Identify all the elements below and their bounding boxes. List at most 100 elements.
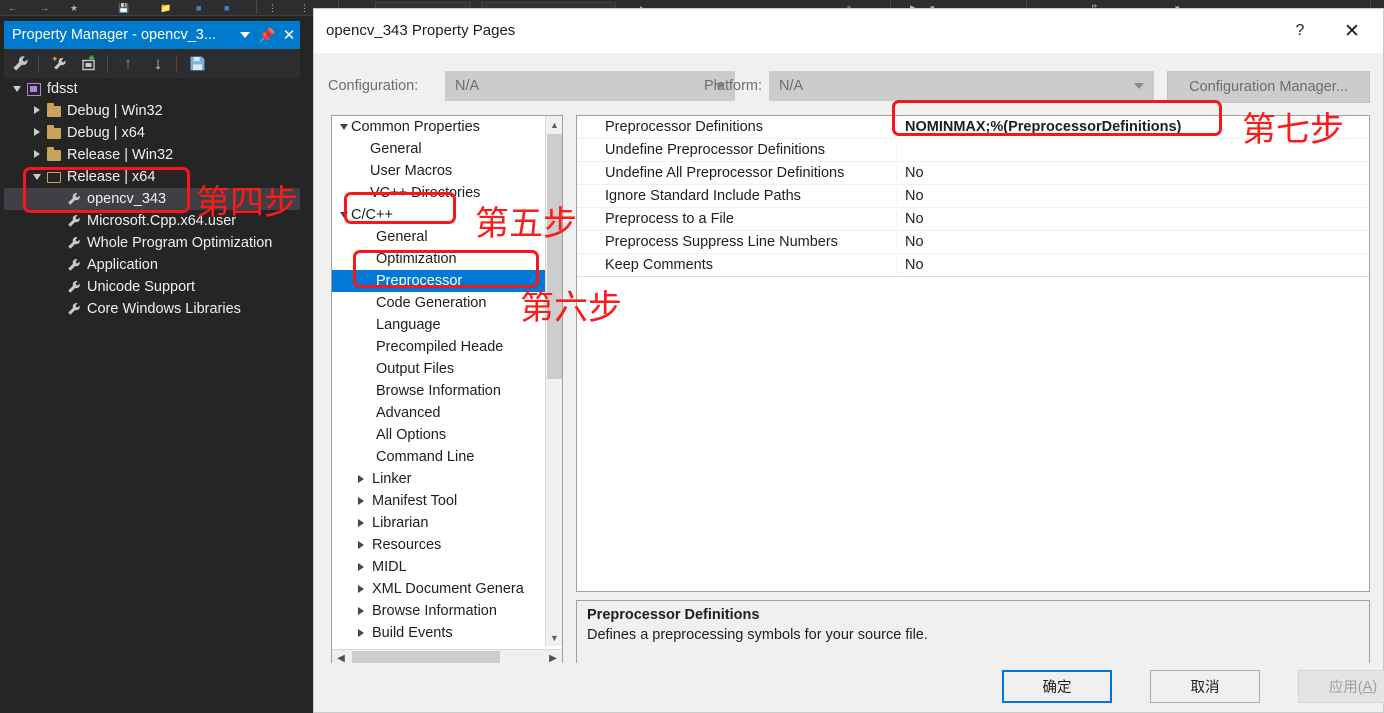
tree-item-label: Debug | x64: [67, 125, 145, 141]
apply-button[interactable]: 应用(A): [1298, 670, 1384, 703]
nav-item-linker[interactable]: Linker: [332, 468, 547, 490]
save-disk-icon[interactable]: [183, 51, 211, 77]
window-icon-2[interactable]: ■: [224, 2, 229, 14]
close-icon[interactable]: ✕: [278, 22, 300, 48]
pin-icon[interactable]: 📌: [256, 22, 278, 48]
expander-icon[interactable]: [30, 106, 44, 116]
arrow-up-icon[interactable]: ↑: [114, 51, 142, 77]
table-row[interactable]: Preprocess Suppress Line Numbers No: [577, 231, 1369, 254]
tree-item-debug-win32[interactable]: Debug | Win32: [4, 100, 300, 122]
table-row[interactable]: Preprocess to a File No: [577, 208, 1369, 231]
nav-item-xml-document-generator[interactable]: XML Document Genera: [332, 578, 547, 600]
apply-accel-key: A: [1362, 678, 1373, 695]
property-value[interactable]: No: [897, 234, 1369, 250]
property-value[interactable]: No: [897, 165, 1369, 181]
nav-item-command-line[interactable]: Command Line: [332, 446, 547, 468]
nav-item-code-generation[interactable]: Code Generation: [332, 292, 547, 314]
dialog-nav-tree[interactable]: Common Properties General User Macros VC…: [331, 115, 563, 668]
help-icon[interactable]: ?: [1277, 17, 1323, 45]
wrench-sparkle-icon[interactable]: [45, 51, 73, 77]
close-icon[interactable]: ✕: [1329, 17, 1375, 45]
nav-item-all-options[interactable]: All Options: [332, 424, 547, 446]
toolbar-icon-1[interactable]: ←: [8, 2, 17, 14]
screenshot-root: ← → ★ 💾 📁 ■ ■ ⋮ ⋮ ▸ ♬ ▶ ▾ ▬ ▬ ▬ ⇵ ▬ ▾ Pr…: [0, 0, 1384, 713]
arrow-down-icon[interactable]: ↓: [144, 51, 172, 77]
expander-icon[interactable]: [354, 475, 368, 483]
tree-item-debug-x64[interactable]: Debug | x64: [4, 122, 300, 144]
tree-item-label: Release | x64: [67, 169, 156, 185]
ok-button[interactable]: 确定: [1002, 670, 1112, 703]
configuration-select[interactable]: N/A: [445, 71, 735, 101]
expander-icon[interactable]: [354, 629, 368, 637]
toolbar-icon-2[interactable]: →: [40, 2, 49, 14]
nav-item-manifest-tool[interactable]: Manifest Tool: [332, 490, 547, 512]
nav-item-vcpp-directories[interactable]: VC++ Directories: [332, 182, 547, 204]
tree-item-label: Release | Win32: [67, 147, 174, 163]
window-icon-1[interactable]: ■: [196, 2, 201, 14]
nav-item-resources[interactable]: Resources: [332, 534, 547, 556]
nav-item-build-events[interactable]: Build Events: [332, 622, 547, 644]
open-folder-icon[interactable]: 📁: [160, 2, 171, 14]
nav-item-browse-information-c[interactable]: Browse Information: [332, 380, 547, 402]
nav-item-common-properties[interactable]: Common Properties: [332, 116, 547, 138]
property-grid[interactable]: Preprocessor Definitions NOMINMAX;%(Prep…: [576, 115, 1370, 592]
nav-tree-vertical-scrollbar[interactable]: ▲ ▼: [545, 116, 562, 646]
nav-item-general[interactable]: General: [332, 138, 547, 160]
property-pages-dialog: opencv_343 Property Pages ? ✕ Configurat…: [313, 8, 1384, 713]
platform-select[interactable]: N/A: [769, 71, 1154, 101]
property-value[interactable]: No: [897, 257, 1369, 273]
nav-item-browse-information[interactable]: Browse Information: [332, 600, 547, 622]
property-value[interactable]: No: [897, 188, 1369, 204]
dialog-footer: 确定 取消 应用(A): [314, 663, 1384, 712]
description-text: Defines a preprocessing symbols for your…: [587, 627, 928, 643]
scroll-up-icon[interactable]: ▲: [546, 116, 562, 133]
tree-item-core-windows-libraries[interactable]: Core Windows Libraries: [4, 298, 300, 320]
save-all-icon[interactable]: 💾: [118, 2, 129, 14]
expander-icon[interactable]: [354, 541, 368, 549]
expander-icon[interactable]: [30, 150, 44, 160]
table-row[interactable]: Ignore Standard Include Paths No: [577, 185, 1369, 208]
expander-icon[interactable]: [354, 519, 368, 527]
scroll-down-icon[interactable]: ▼: [546, 629, 562, 646]
expander-icon[interactable]: [354, 563, 368, 571]
nav-item-label: Precompiled Heade: [376, 339, 504, 355]
nav-item-preprocessor[interactable]: Preprocessor: [332, 270, 547, 292]
property-manager-tree[interactable]: fdsst Debug | Win32 Debug | x64 Release …: [4, 78, 300, 713]
toolbar-icon-4[interactable]: ⋮: [268, 2, 277, 14]
nav-item-librarian[interactable]: Librarian: [332, 512, 547, 534]
expander-icon[interactable]: [337, 124, 351, 130]
property-value[interactable]: No: [897, 211, 1369, 227]
nav-item-label: XML Document Genera: [372, 581, 524, 597]
expander-icon[interactable]: [10, 85, 24, 94]
nav-item-language[interactable]: Language: [332, 314, 547, 336]
expander-icon[interactable]: [337, 212, 351, 218]
nav-item-midl[interactable]: MIDL: [332, 556, 547, 578]
tree-item-fdsst[interactable]: fdsst: [4, 78, 300, 100]
configuration-manager-button[interactable]: Configuration Manager...: [1167, 71, 1370, 103]
nav-item-user-macros[interactable]: User Macros: [332, 160, 547, 182]
tree-item-whole-program-optimization[interactable]: Whole Program Optimization: [4, 232, 300, 254]
expander-icon[interactable]: [354, 607, 368, 615]
vertical-scroll-thumb[interactable]: [547, 134, 562, 379]
chevron-down-icon[interactable]: [234, 22, 256, 48]
expander-icon[interactable]: [30, 173, 44, 182]
nav-item-advanced[interactable]: Advanced: [332, 402, 547, 424]
nav-item-optimization[interactable]: Optimization: [332, 248, 547, 270]
table-row[interactable]: Keep Comments No: [577, 254, 1369, 277]
folder-icon: [44, 146, 64, 161]
cancel-button[interactable]: 取消: [1150, 670, 1260, 703]
configuration-row: Configuration: N/A Platform: N/A Configu…: [314, 67, 1383, 107]
nav-item-precompiled-headers[interactable]: Precompiled Heade: [332, 336, 547, 358]
table-row[interactable]: Undefine All Preprocessor Definitions No: [577, 162, 1369, 185]
expander-icon[interactable]: [354, 497, 368, 505]
nav-item-output-files[interactable]: Output Files: [332, 358, 547, 380]
expander-icon[interactable]: [354, 585, 368, 593]
tree-item-application[interactable]: Application: [4, 254, 300, 276]
toolbar-icon-5[interactable]: ⋮: [300, 2, 309, 14]
expander-icon[interactable]: [30, 128, 44, 138]
toolbar-icon-3[interactable]: ★: [70, 2, 78, 14]
wrench-icon[interactable]: [6, 51, 34, 77]
tree-item-release-win32[interactable]: Release | Win32: [4, 144, 300, 166]
add-sheet-icon[interactable]: [75, 51, 103, 77]
tree-item-unicode-support[interactable]: Unicode Support: [4, 276, 300, 298]
